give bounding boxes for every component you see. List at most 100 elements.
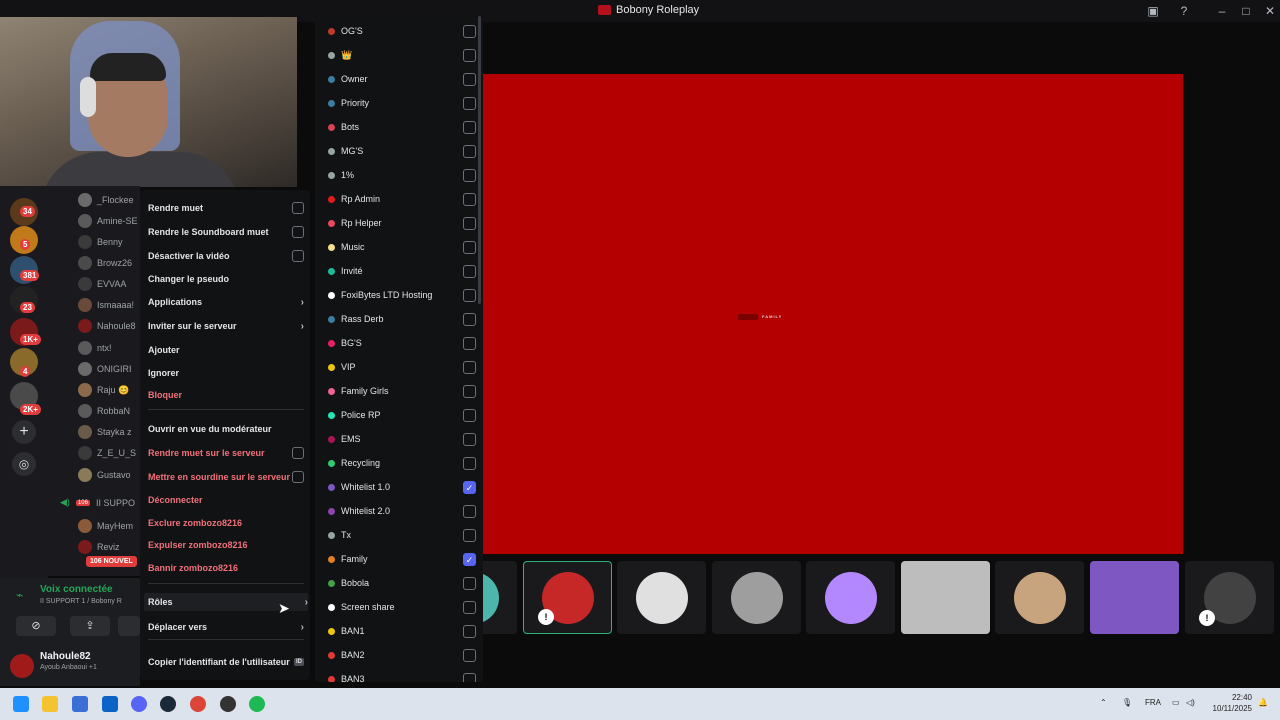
menu-item[interactable]: Inviter sur le serveur › [148,317,304,335]
checkbox[interactable] [292,447,304,459]
member-item[interactable]: _Flockee [78,192,134,208]
participant-tile[interactable] [1090,561,1179,634]
language-indicator[interactable]: FRA [1145,698,1161,707]
checkbox[interactable] [292,226,304,238]
role-item[interactable]: Owner [328,70,476,88]
roles-scrollbar[interactable] [478,16,481,304]
menu-item[interactable]: Rendre le Soundboard muet [148,223,304,241]
app-icon[interactable] [220,696,236,712]
role-item[interactable]: OG'S [328,22,476,40]
role-item[interactable]: Screen share [328,598,476,616]
member-item[interactable]: Gustavo [78,467,131,483]
add-server-icon[interactable]: + [12,420,36,444]
role-item[interactable]: 1% [328,166,476,184]
voice-member[interactable]: MayHem [78,518,133,534]
participant-tile[interactable] [806,561,895,634]
role-checkbox[interactable] [463,384,476,398]
menu-item[interactable]: Déconnecter [148,491,304,509]
role-checkbox[interactable] [463,624,476,638]
role-checkbox[interactable] [463,240,476,254]
menu-item[interactable]: Bloquer [148,386,304,404]
role-item[interactable]: 👑 [328,46,476,64]
voice-channel-name[interactable]: II SUPPORT 1 / Bobony R [40,598,122,605]
role-item[interactable]: Police RP [328,406,476,424]
role-item[interactable]: VIP [328,358,476,376]
member-item[interactable]: EVVAA [78,276,126,292]
role-checkbox[interactable] [463,120,476,134]
role-item[interactable]: Family ✓ [328,550,476,568]
role-item[interactable]: Rp Admin [328,190,476,208]
participant-tile[interactable]: ! [523,561,612,634]
screen-share-button[interactable]: ⇪ [70,616,110,636]
close-icon[interactable]: ✕ [1262,3,1278,19]
role-checkbox[interactable] [463,312,476,326]
menu-item[interactable]: Applications › [148,293,304,311]
role-item[interactable]: Bots [328,118,476,136]
role-checkbox[interactable] [463,672,476,682]
menu-item[interactable]: Changer le pseudo [148,270,304,288]
role-item[interactable]: Whitelist 1.0 ✓ [328,478,476,496]
minimize-icon[interactable]: – [1214,3,1230,19]
role-checkbox[interactable] [463,360,476,374]
member-item[interactable]: ONIGIRI [78,361,132,377]
role-item[interactable]: FoxiBytes LTD Hosting [328,286,476,304]
menu-item[interactable]: Rendre muet [148,199,304,217]
menu-item[interactable]: Copier l'identifiant de l'utilisateur ID [148,653,304,671]
role-checkbox[interactable] [463,528,476,542]
role-item[interactable]: Recycling [328,454,476,472]
tray-chevron-icon[interactable]: ⌃ [1100,698,1107,707]
role-checkbox[interactable] [463,72,476,86]
voice-channel-header[interactable]: ◀) 106 II SUPPO [60,497,135,508]
role-item[interactable]: BAN1 [328,622,476,640]
role-item[interactable]: Rass Derb [328,310,476,328]
windows-start-icon[interactable] [13,696,29,712]
user-avatar[interactable] [10,654,34,678]
role-checkbox[interactable] [463,264,476,278]
checkbox[interactable] [292,471,304,483]
role-checkbox[interactable] [463,648,476,662]
file-explorer-icon[interactable] [42,696,58,712]
participant-tile[interactable] [995,561,1084,634]
microphone-icon[interactable]: 🎙 [1122,698,1132,707]
menu-item[interactable]: Ignorer [148,364,304,382]
role-item[interactable]: BG'S [328,334,476,352]
role-checkbox[interactable] [463,456,476,470]
new-messages-badge[interactable]: 106 NOUVEL [86,556,137,567]
role-checkbox[interactable] [463,48,476,62]
role-checkbox[interactable] [463,600,476,614]
role-item[interactable]: Rp Helper [328,214,476,232]
role-item[interactable]: Music [328,238,476,256]
menu-item[interactable]: Expulser zombozo8216 [148,536,304,554]
role-checkbox[interactable] [463,96,476,110]
menu-item[interactable]: Rendre muet sur le serveur [148,444,304,462]
store-icon[interactable] [72,696,88,712]
role-item[interactable]: BAN2 [328,646,476,664]
role-checkbox[interactable] [463,576,476,590]
menu-item[interactable]: Déplacer vers › [148,618,304,636]
stream-view[interactable]: FAMILY [483,74,1183,554]
role-checkbox[interactable] [463,408,476,422]
role-item[interactable]: MG'S [328,142,476,160]
network-icon[interactable]: ▭ [1172,698,1180,707]
member-item[interactable]: Z_E_U_S [78,445,136,461]
role-checkbox[interactable] [463,336,476,350]
menu-item[interactable]: Ajouter [148,341,304,359]
role-checkbox[interactable]: ✓ [463,552,476,566]
notification-icon[interactable]: 🔔 [1258,698,1268,707]
menu-item[interactable]: Mettre en sourdine sur le serveur [148,468,304,486]
camera-off-button[interactable]: ⊘ [16,616,56,636]
role-item[interactable]: Family Girls [328,382,476,400]
checkbox[interactable] [292,250,304,262]
role-item[interactable]: Invité [328,262,476,280]
role-checkbox[interactable] [463,432,476,446]
member-item[interactable]: Browz26 [78,255,132,271]
member-item[interactable]: Amine-SE [78,213,138,229]
member-item[interactable]: ntx! [78,340,112,356]
role-item[interactable]: Whitelist 2.0 [328,502,476,520]
steam-icon[interactable] [160,696,176,712]
member-item[interactable]: RobbaN [78,403,130,419]
inbox-icon[interactable]: ▣ [1145,3,1161,19]
member-item[interactable]: Raju 😊 [78,382,129,398]
voice-member[interactable]: Reviz [78,539,120,555]
participant-tile[interactable]: ! [1185,561,1274,634]
